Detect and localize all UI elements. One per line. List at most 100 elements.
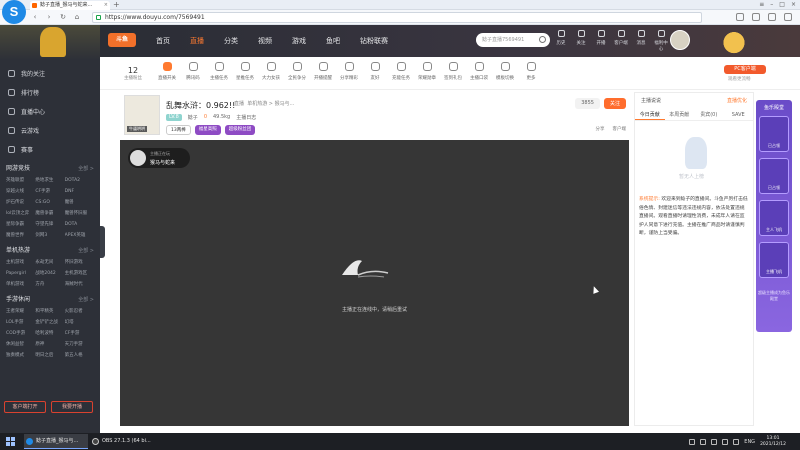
- group-more-link[interactable]: 全部 >: [78, 245, 94, 257]
- category-link[interactable]: 和平精英: [35, 306, 64, 317]
- category-link[interactable]: COD手游: [6, 328, 35, 339]
- message-button[interactable]: 消息: [634, 30, 648, 52]
- category-link[interactable]: 魔兽: [65, 197, 94, 208]
- broadcast-button[interactable]: 开播: [594, 30, 608, 52]
- category-link[interactable]: 金铲铲之战: [35, 317, 64, 328]
- tool-more[interactable]: 更多: [520, 62, 542, 81]
- now-playing-chip[interactable]: 主播正在玩 猴马与蛇来: [128, 148, 190, 168]
- sidebar-item-events[interactable]: 赛事: [0, 140, 100, 159]
- group-more-link[interactable]: 全部 >: [78, 163, 94, 175]
- anchor-name[interactable]: 鲶子: [188, 114, 198, 121]
- settings-icon[interactable]: [784, 13, 792, 21]
- tool-remind[interactable]: 开播提醒: [312, 62, 334, 81]
- home-icon[interactable]: ⌂: [72, 12, 82, 22]
- video-player[interactable]: 主播正在玩 猴马与蛇来 主播正在连线中，请稍后重试: [120, 140, 629, 426]
- new-tab-button[interactable]: +: [113, 0, 120, 10]
- category-link[interactable]: 方舟: [35, 279, 64, 290]
- category-link[interactable]: 火影忍者: [65, 306, 94, 317]
- room-category-path[interactable]: 单机热游 > 猴马与...: [247, 101, 294, 107]
- category-link[interactable]: 王者荣耀: [6, 306, 35, 317]
- close-window-icon[interactable]: ×: [791, 0, 796, 10]
- anchor-avatar[interactable]: 牛逼哄哄: [124, 95, 160, 135]
- nav-categories[interactable]: 分类: [224, 25, 238, 57]
- nav-games[interactable]: 游戏: [292, 25, 306, 57]
- promo-card[interactable]: 已占领: [759, 158, 789, 194]
- category-link[interactable]: 天刀手游: [65, 339, 94, 350]
- category-link[interactable]: 海贼时代: [65, 279, 94, 290]
- category-link[interactable]: 休闲益智: [6, 339, 35, 350]
- start-live-button[interactable]: 我要开播: [51, 401, 93, 413]
- category-link[interactable]: LOL手游: [6, 317, 35, 328]
- room-tag[interactable]: 福星高照: [194, 125, 221, 135]
- client-watch-button[interactable]: 客户端: [613, 126, 627, 132]
- promo-card[interactable]: 主播飞机: [759, 242, 789, 278]
- category-link[interactable]: DOTA2: [65, 175, 94, 186]
- optimize-link[interactable]: 直播优化: [727, 93, 747, 109]
- category-link[interactable]: 剑网3: [35, 230, 64, 241]
- volume-icon[interactable]: [733, 438, 740, 445]
- sidebar-item-follow[interactable]: 我的关注: [0, 64, 100, 83]
- extension-icon[interactable]: [736, 13, 744, 21]
- tool-medal[interactable]: 荣耀勋章: [416, 62, 438, 81]
- tab-today[interactable]: 今日贡献: [635, 109, 665, 120]
- tab-vip[interactable]: 贵宾(0): [694, 109, 724, 120]
- tab-close-icon[interactable]: ×: [104, 1, 108, 10]
- client-button[interactable]: 客户端: [614, 30, 628, 52]
- category-link[interactable]: 绝地求生: [35, 175, 64, 186]
- refresh-icon[interactable]: ↻: [58, 12, 68, 22]
- welfare-button[interactable]: 福利中心: [654, 30, 668, 52]
- category-link[interactable]: 守望先锋: [35, 219, 64, 230]
- tool-live-switch[interactable]: 直播开关: [156, 62, 178, 81]
- tool-strong-girl[interactable]: 大力女孩: [260, 62, 282, 81]
- favorites-icon[interactable]: [768, 13, 776, 21]
- user-avatar[interactable]: [670, 30, 690, 50]
- category-link[interactable]: Papergirl: [6, 268, 35, 279]
- minimize-icon[interactable]: –: [770, 0, 773, 10]
- group-more-link[interactable]: 全部 >: [78, 294, 94, 306]
- category-link[interactable]: lol云顶之弈: [6, 208, 35, 219]
- follow-anchor-button[interactable]: 关注: [603, 98, 626, 109]
- sidebar-item-ranking[interactable]: 排行榜: [0, 83, 100, 102]
- category-link[interactable]: 怀旧游戏: [65, 257, 94, 268]
- category-link[interactable]: 主机游戏: [6, 257, 35, 268]
- category-link[interactable]: 魔兽怀旧服: [65, 208, 94, 219]
- network-icon[interactable]: [722, 438, 729, 445]
- category-link[interactable]: 哈利波特: [35, 328, 64, 339]
- download-icon[interactable]: [752, 13, 760, 21]
- anchor-posts-link[interactable]: 主播说说: [641, 93, 661, 109]
- share-button[interactable]: 分享: [596, 126, 605, 132]
- start-button[interactable]: [6, 437, 15, 446]
- category-link[interactable]: CF手游: [65, 328, 94, 339]
- browser-tab[interactable]: 鲶子直播_猴马与蛇来... ×: [30, 1, 110, 10]
- tool-signin[interactable]: 签到礼包: [442, 62, 464, 81]
- nav-live[interactable]: 直播: [190, 25, 204, 57]
- promo-card[interactable]: 已占领: [759, 116, 789, 152]
- category-link[interactable]: CS:GO: [35, 197, 64, 208]
- room-tag[interactable]: 13两棒: [166, 125, 191, 135]
- promo-card[interactable]: 主人飞机: [759, 200, 789, 236]
- menu-icon[interactable]: ≡: [759, 0, 764, 10]
- room-tag[interactable]: 超级粉丝团: [224, 125, 256, 135]
- category-link[interactable]: 主机游戏区: [65, 268, 94, 279]
- tool-task[interactable]: 主播任务: [208, 62, 230, 81]
- category-link[interactable]: 明日之后: [35, 350, 64, 361]
- tool-pocket[interactable]: 主播口袋: [468, 62, 490, 81]
- maximize-icon[interactable]: □: [779, 0, 785, 10]
- category-link[interactable]: 第五人格: [65, 350, 94, 361]
- address-bar[interactable]: https://www.douyu.com/7569491: [92, 12, 702, 23]
- tray-app-icon[interactable]: [711, 438, 718, 445]
- tab-save[interactable]: SAVE: [724, 109, 754, 120]
- search-input[interactable]: 鲶子直播7569491: [476, 33, 550, 47]
- category-link[interactable]: 永劫无间: [35, 257, 64, 268]
- search-icon[interactable]: [539, 36, 546, 43]
- pc-client-button[interactable]: PC客户端: [724, 65, 766, 74]
- category-link[interactable]: APEX英雄: [65, 230, 94, 241]
- category-link[interactable]: 单机游戏: [6, 279, 35, 290]
- category-link[interactable]: 魔兽世界: [6, 230, 35, 241]
- tray-app-icon[interactable]: [689, 438, 696, 445]
- taskbar-obs[interactable]: OBS 27.1.3 (64 bi...: [90, 434, 154, 449]
- category-link[interactable]: CF手游: [35, 186, 64, 197]
- category-link[interactable]: DNF: [65, 186, 94, 197]
- language-indicator[interactable]: ENG: [744, 439, 755, 445]
- tab-week[interactable]: 本周贡献: [665, 109, 695, 120]
